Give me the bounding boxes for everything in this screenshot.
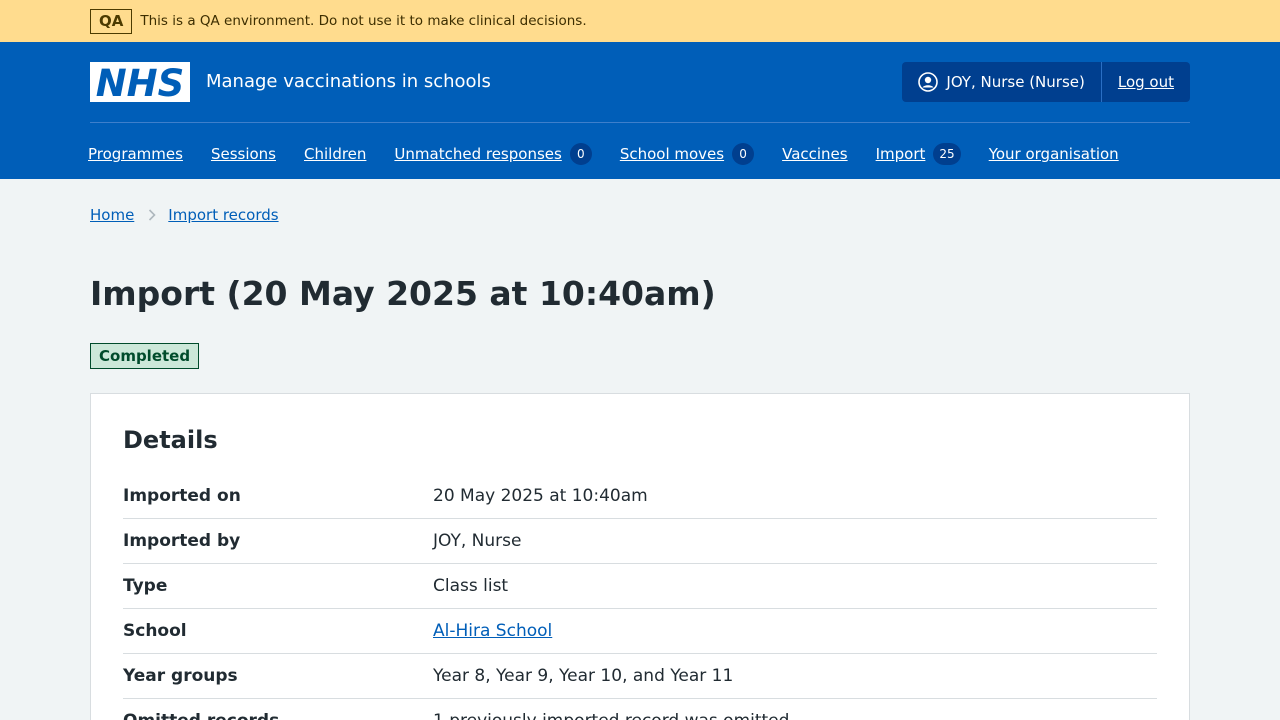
summary-key: School (123, 621, 187, 641)
breadcrumb-import-records[interactable]: Import records (168, 206, 278, 224)
breadcrumb: Home Import records (90, 206, 279, 224)
user-icon (918, 72, 939, 92)
breadcrumb-home[interactable]: Home (90, 206, 134, 224)
summary-row-imported-on: Imported on 20 May 2025 at 10:40am (123, 474, 1157, 519)
nav-item-children[interactable]: Children (304, 145, 366, 163)
nhs-logo-icon: NHS (96, 63, 185, 101)
header-divider (90, 122, 1190, 123)
nav-item-your-organisation[interactable]: Your organisation (989, 145, 1119, 163)
account-user: JOY, Nurse (Nurse) (902, 62, 1102, 102)
details-card: Details Imported on 20 May 2025 at 10:40… (90, 393, 1190, 720)
summary-value: 1 previously imported record was omitted (433, 711, 1157, 720)
nhs-logo[interactable]: NHS (90, 62, 190, 102)
summary-value: Class list (433, 576, 509, 596)
chevron-right-icon (148, 209, 156, 221)
summary-key: Imported on (123, 486, 241, 506)
nav-item-import[interactable]: Import 25 (876, 143, 961, 165)
nav-item-vaccines[interactable]: Vaccines (782, 145, 848, 163)
summary-value: JOY, Nurse (433, 531, 522, 551)
header-top: NHS Manage vaccinations in schools JOY, … (90, 62, 1190, 102)
nav-item-unmatched-responses[interactable]: Unmatched responses 0 (394, 143, 592, 165)
summary-row-imported-by: Imported by JOY, Nurse (123, 519, 1157, 564)
qa-environment-banner: QA This is a QA environment. Do not use … (0, 0, 1280, 42)
count-badge: 25 (933, 143, 961, 165)
summary-row-omitted-records: Omitted records 1 previously imported re… (123, 699, 1157, 720)
summary-key: Type (123, 576, 168, 596)
summary-row-year-groups: Year groups Year 8, Year 9, Year 10, and… (123, 654, 1157, 699)
primary-navigation: Programmes Sessions Children Unmatched r… (88, 139, 1147, 169)
summary-row-type: Type Class list (123, 564, 1157, 609)
logout-link[interactable]: Log out (1102, 62, 1190, 102)
service-name[interactable]: Manage vaccinations in schools (206, 62, 491, 102)
account-user-name: JOY, Nurse (Nurse) (946, 73, 1085, 91)
account-menu: JOY, Nurse (Nurse) Log out (902, 62, 1190, 102)
qa-tag: QA (90, 8, 133, 34)
site-header: NHS Manage vaccinations in schools JOY, … (0, 42, 1280, 179)
status-badge: Completed (90, 343, 200, 369)
summary-key: Omitted records (123, 711, 433, 720)
summary-key: Imported by (123, 531, 241, 551)
nav-item-sessions[interactable]: Sessions (211, 145, 276, 163)
card-title: Details (123, 426, 218, 454)
page-title: Import (20 May 2025 at 10:40am) (90, 274, 716, 313)
qa-banner-message: This is a QA environment. Do not use it … (140, 13, 587, 29)
svg-text:NHS: NHS (96, 63, 185, 101)
count-badge: 0 (732, 143, 755, 165)
summary-list: Imported on 20 May 2025 at 10:40am Impor… (123, 474, 1157, 720)
nav-item-programmes[interactable]: Programmes (88, 145, 183, 163)
summary-value: Year 8, Year 9, Year 10, and Year 11 (433, 666, 734, 686)
summary-key: Year groups (123, 666, 238, 686)
school-link[interactable]: Al-Hira School (433, 621, 1157, 641)
nav-item-school-moves[interactable]: School moves 0 (620, 143, 755, 165)
count-badge: 0 (569, 143, 592, 165)
summary-row-school: School Al-Hira School (123, 609, 1157, 654)
summary-value: 20 May 2025 at 10:40am (433, 486, 648, 506)
